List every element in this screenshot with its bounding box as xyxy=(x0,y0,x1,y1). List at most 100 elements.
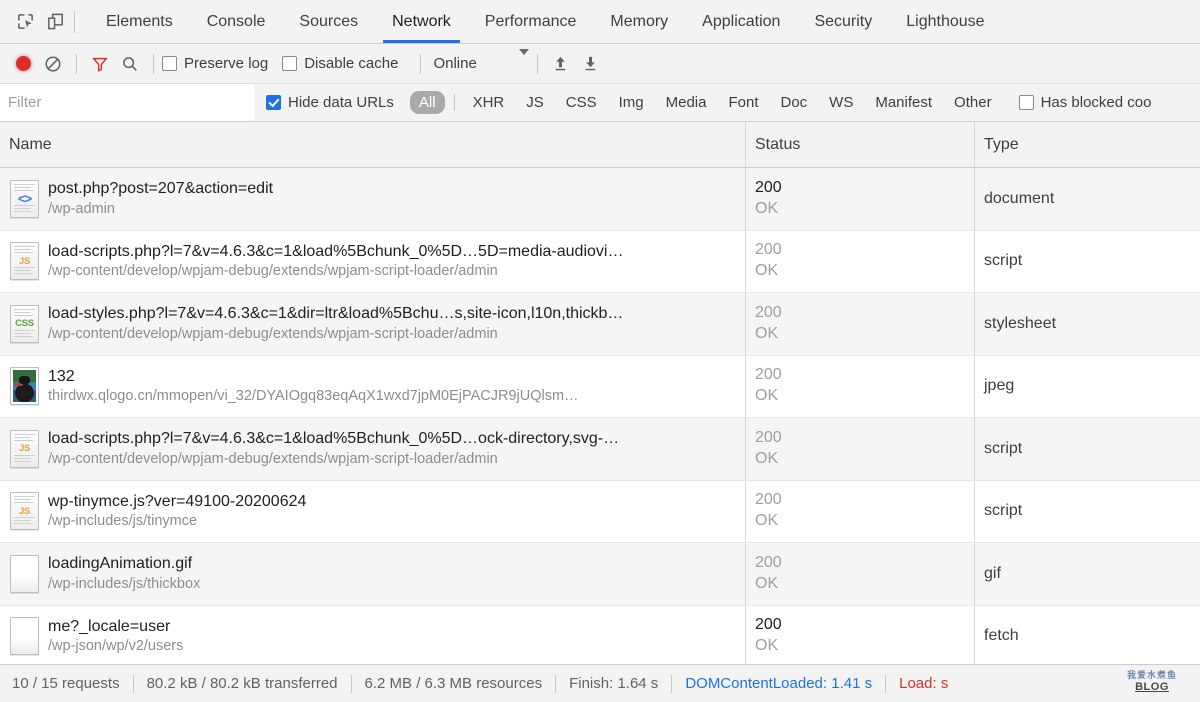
request-name-block: load-scripts.php?l=7&v=4.6.3&c=1&load%5B… xyxy=(48,241,623,282)
table-row[interactable]: JS wp-tinymce.js?ver=49100-20200624 /wp-… xyxy=(0,480,1200,543)
js-file-icon: JS xyxy=(10,429,39,468)
tab-console[interactable]: Console xyxy=(190,0,283,43)
request-name: 132 xyxy=(48,367,75,385)
devtools-window: Elements Console Sources Network Perform… xyxy=(0,0,1200,702)
cell-status: 200 OK xyxy=(746,418,975,480)
type-filter-doc[interactable]: Doc xyxy=(771,91,816,114)
upload-arrow-icon xyxy=(556,56,566,71)
status-code: 200 xyxy=(755,553,782,571)
throttling-value: Online xyxy=(433,55,477,72)
type-filter-manifest[interactable]: Manifest xyxy=(866,91,941,114)
image-thumbnail-icon xyxy=(10,367,39,406)
tab-memory[interactable]: Memory xyxy=(593,0,685,43)
tab-label: Lighthouse xyxy=(906,12,985,30)
status-code: 200 xyxy=(755,616,782,634)
status-text: OK xyxy=(755,574,779,592)
tab-sources[interactable]: Sources xyxy=(282,0,375,43)
disable-cache-checkbox[interactable]: Disable cache xyxy=(282,55,398,72)
request-name-block: 132 thirdwx.qlogo.cn/mmopen/vi_32/DYAIOg… xyxy=(48,366,579,407)
request-path: /wp-includes/js/thickbox xyxy=(48,575,201,592)
filter-button[interactable] xyxy=(85,49,115,79)
column-header-name[interactable]: Name xyxy=(0,122,746,167)
tab-elements[interactable]: Elements xyxy=(89,0,190,43)
column-header-label: Type xyxy=(984,135,1019,153)
status-text: OK xyxy=(755,637,779,655)
table-row[interactable]: JS load-scripts.php?l=7&v=4.6.3&c=1&load… xyxy=(0,230,1200,293)
status-code: 200 xyxy=(755,491,782,509)
tab-application[interactable]: Application xyxy=(685,0,797,43)
tab-lighthouse[interactable]: Lighthouse xyxy=(889,0,1001,43)
load-label: Load: xyxy=(899,675,937,692)
dom-content-loaded-time: DOMContentLoaded: 1.41 s xyxy=(685,675,873,692)
cell-type: jpeg xyxy=(975,356,1200,418)
column-header-status[interactable]: Status xyxy=(746,122,975,167)
table-row[interactable]: me?_locale=user /wp-json/wp/v2/users 200… xyxy=(0,605,1200,664)
request-path: /wp-content/develop/wpjam-debug/extends/… xyxy=(48,325,498,342)
type-filter-img[interactable]: Img xyxy=(610,91,653,114)
request-name: load-styles.php?l=7&v=4.6.3&c=1&dir=ltr&… xyxy=(48,305,624,323)
filter-input[interactable] xyxy=(0,84,254,121)
cell-name: <> post.php?post=207&action=edit /wp-adm… xyxy=(0,168,746,230)
request-path: /wp-includes/js/tinymce xyxy=(48,513,198,530)
resources-size: 6.2 MB / 6.3 MB resources xyxy=(364,675,543,692)
resource-type: gif xyxy=(984,564,1001,582)
type-filter-js[interactable]: JS xyxy=(517,91,553,114)
chevron-down-icon xyxy=(518,49,529,72)
inspect-element-icon[interactable] xyxy=(10,7,40,37)
toolbar-divider-4 xyxy=(536,53,538,74)
tab-label: Security xyxy=(814,12,873,30)
tab-performance[interactable]: Performance xyxy=(468,0,594,43)
tab-list: Elements Console Sources Network Perform… xyxy=(89,0,1002,43)
network-request-table: Name Status Type <> post.php?post=207&ac… xyxy=(0,122,1200,664)
tab-network[interactable]: Network xyxy=(375,0,468,43)
type-filter-xhr[interactable]: XHR xyxy=(464,91,514,114)
search-icon xyxy=(123,56,137,71)
type-filter-all[interactable]: All xyxy=(409,91,445,114)
watermark-top-text: 我爱水煮鱼 xyxy=(1126,669,1177,680)
has-blocked-cookies-checkbox[interactable]: Has blocked coo xyxy=(1018,94,1151,111)
cell-type: script xyxy=(975,481,1200,543)
cell-status: 200 OK xyxy=(746,543,975,605)
tabbar-tool-icons xyxy=(0,0,89,43)
clear-button[interactable] xyxy=(38,49,68,79)
network-summary-bar: 10 / 15 requests 80.2 kB / 80.2 kB trans… xyxy=(0,664,1200,702)
record-icon xyxy=(15,56,31,71)
type-filter-css[interactable]: CSS xyxy=(557,91,606,114)
tab-label: Network xyxy=(392,12,451,30)
type-filter-media[interactable]: Media xyxy=(657,91,716,114)
record-button[interactable] xyxy=(8,49,38,79)
load-time: Load: s xyxy=(899,675,948,692)
request-name: loadingAnimation.gif xyxy=(48,555,193,573)
preserve-log-checkbox[interactable]: Preserve log xyxy=(162,55,268,72)
table-row[interactable]: loadingAnimation.gif /wp-includes/js/thi… xyxy=(0,543,1200,606)
type-filter-font[interactable]: Font xyxy=(719,91,767,114)
table-row[interactable]: JS load-scripts.php?l=7&v=4.6.3&c=1&load… xyxy=(0,418,1200,481)
finish-time: Finish: 1.64 s xyxy=(569,675,659,692)
cell-status: 200 OK xyxy=(746,480,975,542)
status-code: 200 xyxy=(755,178,782,196)
tabbar-divider xyxy=(74,10,75,33)
table-header-row: Name Status Type xyxy=(0,122,1200,168)
column-header-type[interactable]: Type xyxy=(975,122,1200,167)
request-name-block: load-styles.php?l=7&v=4.6.3&c=1&dir=ltr&… xyxy=(48,303,623,344)
cell-type: document xyxy=(975,168,1200,230)
export-har-button[interactable] xyxy=(576,49,606,79)
tab-label: Elements xyxy=(106,12,173,30)
table-row[interactable]: 132 thirdwx.qlogo.cn/mmopen/vi_32/DYAIOg… xyxy=(0,355,1200,418)
type-filter-ws[interactable]: WS xyxy=(820,91,862,114)
table-row[interactable]: <> post.php?post=207&action=edit /wp-adm… xyxy=(0,168,1200,231)
request-path: thirdwx.qlogo.cn/mmopen/vi_32/DYAIOgq83e… xyxy=(48,388,579,405)
status-code: 200 xyxy=(755,428,782,446)
tab-label: Application xyxy=(702,12,781,30)
hide-data-urls-checkbox[interactable]: Hide data URLs xyxy=(266,94,394,111)
tab-security[interactable]: Security xyxy=(797,0,889,43)
type-filter-other[interactable]: Other xyxy=(945,91,1001,114)
resource-type: script xyxy=(984,439,1023,457)
import-har-button[interactable] xyxy=(546,49,576,79)
resource-type: jpeg xyxy=(984,377,1015,395)
throttling-select[interactable]: Online xyxy=(429,49,529,72)
device-toolbar-icon[interactable] xyxy=(40,7,70,37)
summary-divider xyxy=(671,674,673,693)
search-button[interactable] xyxy=(115,49,145,79)
table-row[interactable]: CSS load-styles.php?l=7&v=4.6.3&c=1&dir=… xyxy=(0,293,1200,356)
